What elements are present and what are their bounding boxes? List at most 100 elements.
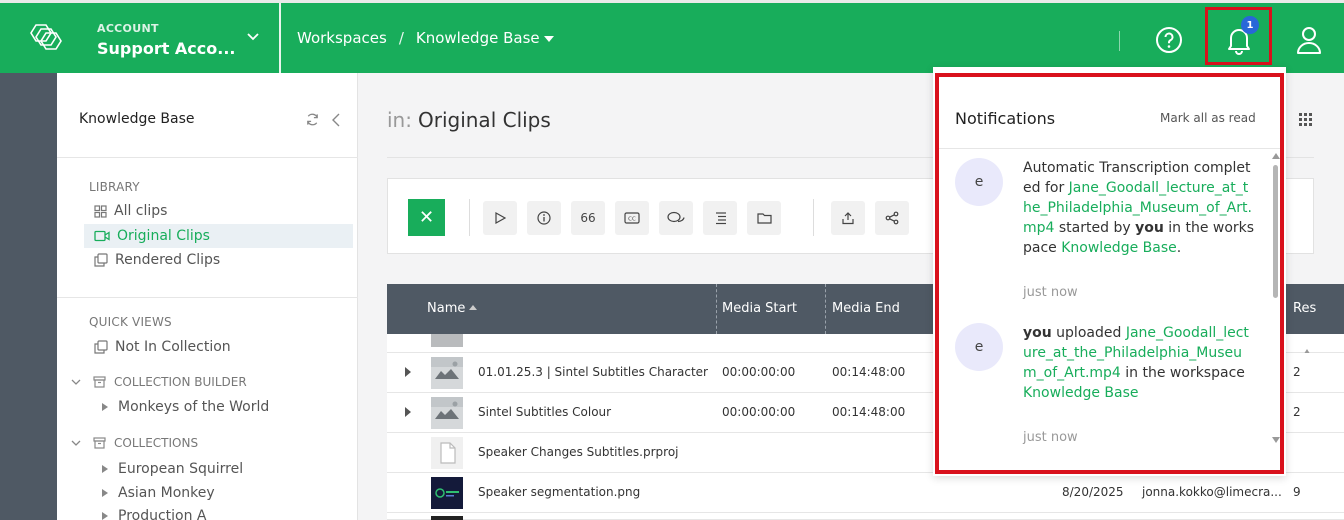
- cell-name: Sintel Subtitles Colour: [478, 405, 612, 419]
- help-icon[interactable]: [1155, 26, 1183, 54]
- avatar: e: [955, 323, 1003, 371]
- quick-views-label: QUICK VIEWS: [89, 315, 172, 329]
- column-divider[interactable]: [716, 284, 717, 334]
- collection-builder-header[interactable]: COLLECTION BUILDER: [93, 375, 247, 389]
- chevron-down-icon[interactable]: [71, 439, 81, 447]
- expand-row-icon[interactable]: [405, 407, 411, 417]
- logo-icon[interactable]: [28, 21, 68, 55]
- svg-text:CC: CC: [628, 217, 636, 223]
- chevron-down-icon[interactable]: [246, 32, 260, 42]
- expand-icon[interactable]: [102, 403, 108, 411]
- breadcrumb-knowledge-base[interactable]: Knowledge Base: [416, 29, 554, 47]
- expand-icon[interactable]: [102, 489, 108, 497]
- cell-name: 01.01.25.3 | Sintel Subtitles Character: [478, 365, 708, 379]
- caret-down-icon: [543, 36, 554, 42]
- sidebar-item-label: All clips: [114, 203, 168, 219]
- divider: [939, 148, 1280, 149]
- chevron-down-icon[interactable]: [71, 378, 81, 386]
- user-icon[interactable]: [1295, 25, 1323, 55]
- scroll-up-icon[interactable]: [1272, 153, 1280, 159]
- captions-button[interactable]: CC: [615, 201, 649, 235]
- breadcrumb: Workspaces / Knowledge Base: [297, 29, 554, 47]
- column-name[interactable]: Name: [427, 301, 478, 316]
- sidebar-item-all-clips[interactable]: All clips: [84, 199, 353, 223]
- notification-item[interactable]: you uploaded Jane_Goodall_lecture_at_the…: [1023, 323, 1255, 403]
- sidebar-item-not-in-collection[interactable]: Not In Collection: [84, 335, 353, 359]
- copy-icon: [94, 253, 108, 267]
- scroll-down-icon[interactable]: [1272, 437, 1280, 443]
- folder-button[interactable]: [747, 201, 781, 235]
- collection-item[interactable]: Asian Monkey: [102, 485, 215, 501]
- expand-icon[interactable]: [102, 465, 108, 473]
- video-thumbnail: [431, 397, 463, 429]
- cell-res: 2: [1293, 405, 1301, 419]
- collection-builder-label: COLLECTION BUILDER: [114, 375, 247, 389]
- cell-media-end: 00:14:48:00: [832, 405, 906, 419]
- cell-name: Speaker segmentation.png: [478, 485, 641, 499]
- column-media-start[interactable]: Media Start: [722, 301, 797, 316]
- archive-icon: [93, 437, 106, 449]
- export-button[interactable]: [831, 201, 865, 235]
- table-row[interactable]: Speaker segmentation.png 8/20/2025 jonna…: [387, 473, 1344, 513]
- cell-name: Speaker Changes Subtitles.prproj: [478, 445, 679, 459]
- notification-item[interactable]: Automatic Transcription completed for Ja…: [1023, 158, 1255, 258]
- library-label: LIBRARY: [89, 180, 140, 194]
- scrollbar-thumb[interactable]: [1273, 165, 1278, 298]
- info-button[interactable]: [527, 201, 561, 235]
- page-title: in: Original Clips: [387, 108, 551, 132]
- account-switcher[interactable]: ACCOUNT Support Acco...: [97, 22, 236, 58]
- cell-media-start: 00:00:00:00: [722, 365, 796, 379]
- divider: [57, 157, 358, 158]
- workspace-link[interactable]: Knowledge Base: [1061, 240, 1177, 256]
- mark-all-read-link[interactable]: Mark all as read: [1160, 111, 1256, 125]
- breadcrumb-workspaces[interactable]: Workspaces: [297, 29, 387, 47]
- cell-media-end: 00:14:48:00: [832, 365, 906, 379]
- sidebar-item-label: Rendered Clips: [115, 252, 221, 268]
- divider: [1119, 31, 1120, 51]
- share-button[interactable]: [875, 201, 909, 235]
- breadcrumb-separator: /: [398, 29, 404, 47]
- info-icon: [537, 211, 551, 225]
- cell-user: jonna.kokko@limecra...: [1142, 485, 1282, 499]
- collections-label: COLLECTIONS: [114, 436, 199, 450]
- sidebar-item-rendered-clips[interactable]: Rendered Clips: [84, 248, 353, 272]
- play-icon: [495, 212, 506, 224]
- comments-button[interactable]: [659, 201, 693, 235]
- collections-header[interactable]: COLLECTIONS: [93, 436, 198, 450]
- column-media-end[interactable]: Media End: [832, 301, 900, 316]
- play-button[interactable]: [483, 201, 517, 235]
- divider: [469, 199, 470, 236]
- quote-button[interactable]: 66: [571, 201, 605, 235]
- top-bar: ACCOUNT Support Acco... Workspaces / Kno…: [0, 0, 1344, 73]
- sidebar-title: Knowledge Base: [79, 111, 195, 127]
- tree-item-label: Monkeys of the World: [118, 399, 270, 415]
- chevron-left-icon[interactable]: [331, 113, 341, 127]
- list-button[interactable]: [703, 201, 737, 235]
- refresh-icon[interactable]: [305, 112, 320, 127]
- column-res[interactable]: Res: [1293, 301, 1316, 316]
- page-title-text: Original Clips: [417, 108, 551, 132]
- table-row[interactable]: [387, 513, 1344, 520]
- close-selection-button[interactable]: ✕: [408, 199, 445, 236]
- copy-icon: [94, 340, 108, 354]
- file-icon: [431, 437, 463, 469]
- expand-icon[interactable]: [102, 512, 108, 520]
- expand-row-icon[interactable]: [405, 367, 411, 377]
- notifications-title: Notifications: [955, 109, 1056, 128]
- tree-item-label: European Squirrel: [118, 461, 244, 477]
- cell-res: 9: [1293, 485, 1301, 499]
- divider: [813, 199, 814, 236]
- grid-view-icon[interactable]: [1299, 113, 1312, 126]
- sort-ascending-icon: [469, 305, 478, 310]
- collection-item[interactable]: Production A: [102, 508, 207, 520]
- workspace-link[interactable]: Knowledge Base: [1023, 385, 1139, 401]
- notifications-panel: [933, 67, 1286, 476]
- collection-builder-item[interactable]: Monkeys of the World: [102, 399, 269, 415]
- divider: [279, 3, 281, 73]
- in-label: in:: [387, 108, 412, 132]
- sidebar-item-original-clips[interactable]: Original Clips: [84, 224, 353, 248]
- tree-item-label: Production A: [118, 508, 207, 520]
- column-divider[interactable]: [825, 284, 826, 334]
- collection-item[interactable]: European Squirrel: [102, 461, 243, 477]
- video-thumbnail: [431, 357, 463, 389]
